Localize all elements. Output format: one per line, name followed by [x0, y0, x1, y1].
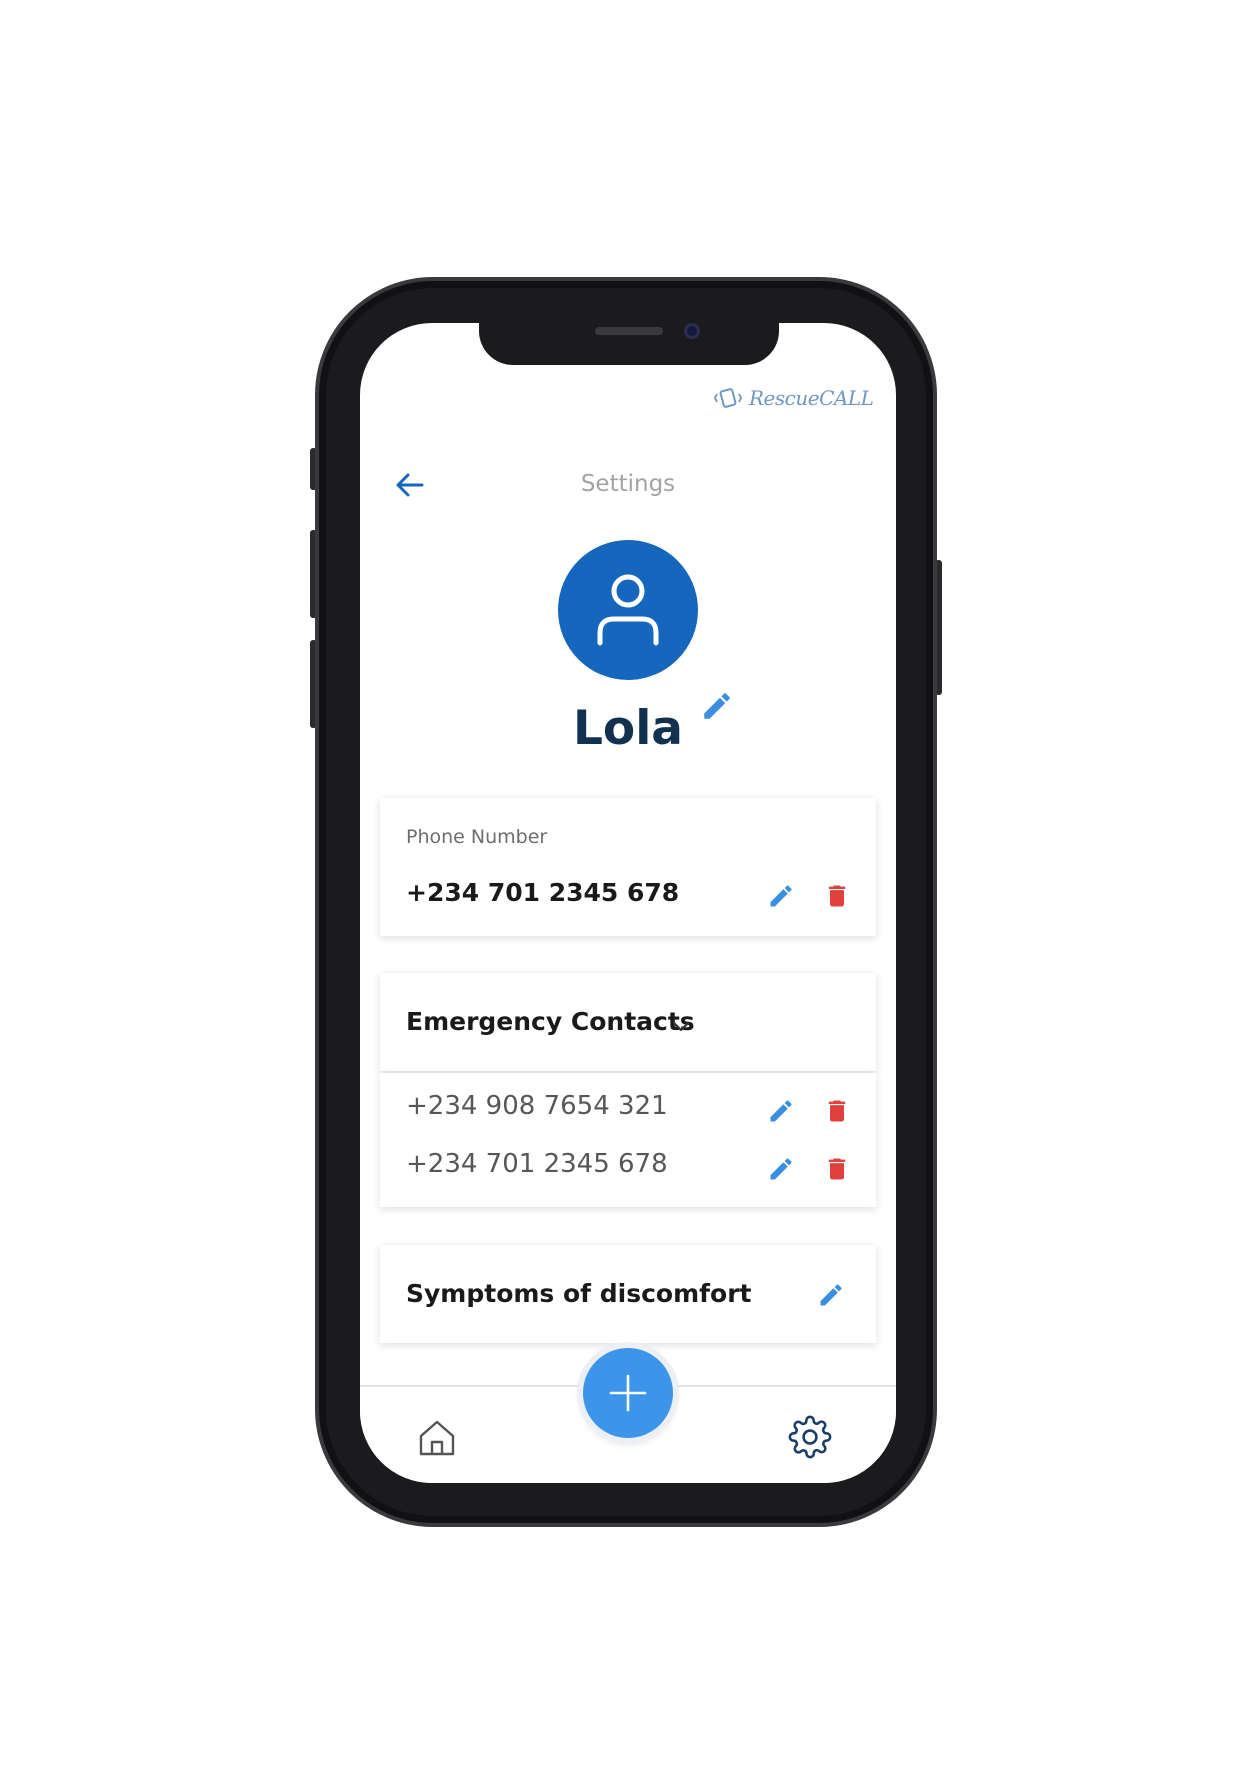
phone-screen: RescueCALL Settings Lola Phone Number +2… — [360, 323, 896, 1483]
pencil-icon — [704, 693, 730, 719]
emergency-contacts-list: +234 908 7654 321 +234 701 2345 678 — [380, 1073, 876, 1207]
settings-tab[interactable] — [788, 1415, 832, 1459]
symptoms-card: Symptoms of discomfort — [380, 1245, 876, 1343]
delete-contact-button[interactable] — [821, 1153, 853, 1185]
emergency-contacts-header[interactable]: Emergency Contacts — [380, 973, 876, 1071]
pencil-icon — [770, 885, 792, 907]
pencil-icon — [770, 1100, 792, 1122]
front-camera — [684, 323, 700, 339]
phone-number-label: Phone Number — [406, 826, 548, 848]
symptoms-label: Symptoms of discomfort — [406, 1279, 752, 1308]
plus-icon — [609, 1374, 647, 1412]
edit-phone-button[interactable] — [765, 880, 797, 912]
page-title: Settings — [580, 471, 676, 497]
avatar[interactable] — [558, 540, 698, 680]
chevron-down-icon[interactable] — [670, 1015, 692, 1037]
brand-name: RescueCALL — [749, 386, 874, 410]
home-icon — [419, 1420, 455, 1456]
delete-contact-button[interactable] — [821, 1095, 853, 1127]
trash-icon — [828, 1100, 846, 1122]
emergency-contacts-title: Emergency Contacts — [406, 1007, 695, 1036]
edit-symptoms-button[interactable] — [815, 1279, 847, 1311]
edit-contact-button[interactable] — [765, 1153, 797, 1185]
speaker-grille — [595, 327, 663, 335]
edit-name-button[interactable] — [700, 689, 734, 723]
trash-icon — [828, 1158, 846, 1180]
home-tab[interactable] — [416, 1417, 458, 1459]
add-button[interactable] — [583, 1348, 673, 1438]
pencil-icon — [770, 1158, 792, 1180]
phone-vibrate-icon — [713, 388, 743, 408]
emergency-contact-number: +234 908 7654 321 — [406, 1091, 668, 1121]
phone-notch — [479, 323, 779, 365]
phone-number-card: Phone Number +234 701 2345 678 — [380, 798, 876, 936]
emergency-contact-number: +234 701 2345 678 — [406, 1149, 668, 1179]
user-icon — [597, 574, 659, 646]
delete-phone-button[interactable] — [821, 880, 853, 912]
edit-contact-button[interactable] — [765, 1095, 797, 1127]
trash-icon — [828, 885, 846, 907]
pencil-icon — [820, 1284, 842, 1306]
gear-icon — [788, 1415, 832, 1459]
phone-number-value: +234 701 2345 678 — [406, 878, 680, 907]
brand-logo: RescueCALL — [713, 386, 874, 410]
profile-name: Lola — [572, 701, 684, 756]
